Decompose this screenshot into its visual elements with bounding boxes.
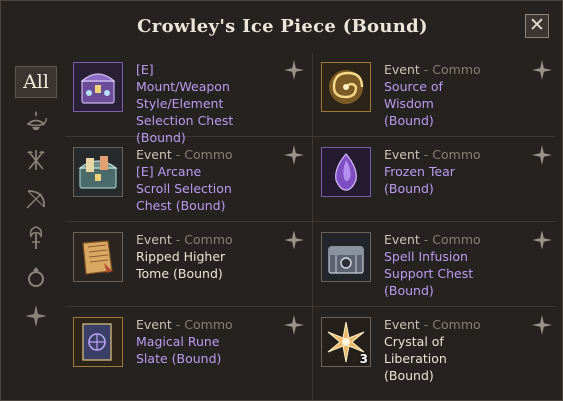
list-item[interactable]: Event - Commo Magical Rune Slate (Bound): [65, 309, 307, 393]
favorite-star-icon[interactable]: [531, 314, 553, 336]
item-thumbnail: [73, 62, 123, 112]
scroll-chest-icon: [74, 148, 122, 196]
list-item[interactable]: Event - Commo Ripped Higher Tome (Bound): [65, 224, 307, 308]
item-name: [E] Mount/Weapon Style/Element Selection…: [136, 62, 234, 145]
silver-chest-icon: [322, 233, 370, 281]
crossed-axes-icon: [27, 150, 45, 170]
tab-staff[interactable]: [15, 222, 57, 254]
item-name: Source of Wisdom (Bound): [384, 79, 443, 128]
purple-gem-icon: [322, 148, 370, 196]
purple-chest-icon: [74, 63, 122, 111]
favorite-star-icon[interactable]: [283, 229, 305, 251]
favorite-star-icon[interactable]: [531, 144, 553, 166]
item-text: Event - Commo Frozen Tear (Bound): [384, 146, 484, 197]
item-name: Ripped Higher Tome (Bound): [136, 249, 226, 281]
item-text: [E] Mount/Weapon Style/Element Selection…: [136, 61, 236, 146]
item-text: Event - Commo Crystal of Liberation (Bou…: [384, 316, 484, 384]
bow-icon: [26, 190, 45, 209]
close-icon: ✕: [529, 14, 545, 36]
list-item[interactable]: 3 Event - Commo Crystal of Liberation (B…: [313, 309, 555, 393]
item-text: Event - Commo Magical Rune Slate (Bound): [136, 316, 236, 367]
list-item[interactable]: [E] Mount/Weapon Style/Element Selection…: [65, 54, 307, 145]
item-source: Event - Commo: [384, 147, 480, 162]
ring-icon: [28, 267, 44, 287]
item-thumbnail: [73, 317, 123, 367]
item-source: Event - Commo: [384, 62, 480, 77]
list-item[interactable]: Event - Commo Source of Wisdom (Bound): [313, 54, 555, 138]
torn-tome-icon: [74, 233, 122, 281]
tab-all[interactable]: All: [15, 66, 57, 98]
favorite-star-icon[interactable]: [283, 144, 305, 166]
item-source: Event - Commo: [136, 232, 232, 247]
item-thumbnail: [321, 62, 371, 112]
item-name: [E] Arcane Scroll Selection Chest (Bound…: [136, 164, 232, 213]
list-item[interactable]: Event - Commo Spell Infusion Support Che…: [313, 224, 555, 308]
sparkle-icon: [25, 305, 47, 327]
item-thumbnail: [73, 232, 123, 282]
item-thumbnail: [321, 232, 371, 282]
tab-sparkle[interactable]: [15, 300, 57, 332]
lamp-icon: [26, 111, 47, 130]
favorite-star-icon[interactable]: [531, 59, 553, 81]
item-thumbnail: [321, 147, 371, 197]
list-item[interactable]: Event - Commo [E] Arcane Scroll Selectio…: [65, 139, 307, 223]
favorite-star-icon[interactable]: [283, 314, 305, 336]
item-source: Event - Commo: [136, 317, 232, 332]
item-source: Event - Commo: [384, 317, 480, 332]
tab-ring[interactable]: [15, 261, 57, 293]
tab-bow[interactable]: [15, 183, 57, 215]
rune-slate-icon: [74, 318, 122, 366]
golden-spiral-icon: [322, 63, 370, 111]
item-source: Event - Commo: [136, 147, 232, 162]
item-name: Magical Rune Slate (Bound): [136, 334, 222, 366]
item-name: Spell Infusion Support Chest (Bound): [384, 249, 474, 298]
favorite-star-icon[interactable]: [531, 229, 553, 251]
item-name: Frozen Tear (Bound): [384, 164, 455, 196]
item-name: Crystal of Liberation (Bound): [384, 334, 447, 383]
favorite-star-icon[interactable]: [283, 59, 305, 81]
close-button[interactable]: ✕: [525, 14, 549, 38]
tab-all-label: All: [23, 71, 49, 93]
tab-lamp[interactable]: [15, 105, 57, 137]
item-text: Event - Commo Source of Wisdom (Bound): [384, 61, 484, 129]
item-text: Event - Commo Spell Infusion Support Che…: [384, 231, 484, 299]
item-source-window: Crowley's Ice Piece (Bound) ✕ All [E] Mo…: [0, 0, 563, 401]
item-text: Event - Commo Ripped Higher Tome (Bound): [136, 231, 236, 282]
item-grid: [E] Mount/Weapon Style/Element Selection…: [65, 54, 555, 400]
item-quantity: 3: [359, 352, 368, 366]
item-thumbnail: 3: [321, 317, 371, 367]
window-title: Crowley's Ice Piece (Bound): [137, 16, 428, 37]
staff-icon: [29, 226, 43, 249]
item-thumbnail: [73, 147, 123, 197]
list-item[interactable]: Event - Commo Frozen Tear (Bound): [313, 139, 555, 223]
item-source: Event - Commo: [384, 232, 480, 247]
item-text: Event - Commo [E] Arcane Scroll Selectio…: [136, 146, 236, 214]
category-sidebar: All: [15, 61, 59, 361]
tab-axes[interactable]: [15, 144, 57, 176]
